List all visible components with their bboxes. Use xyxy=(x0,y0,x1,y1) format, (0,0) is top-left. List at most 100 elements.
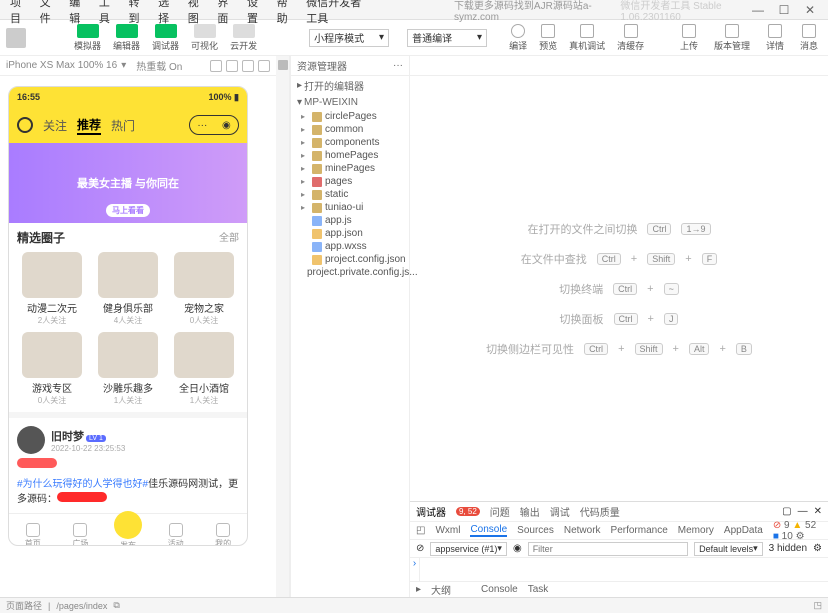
file-item[interactable]: app.js xyxy=(301,214,409,227)
menu-ui[interactable]: 界面 xyxy=(211,0,241,26)
folder-item[interactable]: ▸homePages xyxy=(301,149,409,162)
post-topic-link[interactable]: #为什么玩得好的人学得也好# xyxy=(17,479,148,490)
remote-debug-button[interactable]: 真机调试 xyxy=(565,24,609,52)
menu-edit[interactable]: 编辑 xyxy=(63,0,93,26)
tabbar-activity[interactable]: 活动 xyxy=(152,514,200,546)
circle-card[interactable]: 宠物之家0人关注 xyxy=(169,252,239,326)
folder-item[interactable]: ▸components xyxy=(301,136,409,149)
menu-view[interactable]: 视图 xyxy=(182,0,212,26)
tab-hot[interactable]: 热门 xyxy=(111,117,135,134)
tab-performance[interactable]: Performance xyxy=(611,525,668,536)
simulator-toggle[interactable]: 模拟器 xyxy=(70,24,105,52)
detail-button[interactable]: 详情 xyxy=(762,24,788,52)
tabbar-square[interactable]: 广场 xyxy=(57,514,105,546)
editor-toggle[interactable]: 编辑器 xyxy=(109,24,144,52)
menu-tools[interactable]: 工具 xyxy=(93,0,123,26)
inspect-icon[interactable]: ◰ xyxy=(416,525,425,536)
mp-capsule[interactable]: ···◉ xyxy=(189,115,239,135)
section-more[interactable]: 全部 xyxy=(219,229,239,246)
menu-select[interactable]: 选择 xyxy=(152,0,182,26)
version-button[interactable]: 版本管理 xyxy=(710,24,754,52)
tab-appdata[interactable]: AppData xyxy=(724,525,763,536)
screenshot-icon[interactable] xyxy=(258,60,270,72)
tab-sources[interactable]: Sources xyxy=(517,525,554,536)
preview-button[interactable]: 预览 xyxy=(535,24,561,52)
clear-cache-button[interactable]: 清缓存 xyxy=(613,24,648,52)
foot-task[interactable]: Task xyxy=(528,584,549,595)
tab-recommend[interactable]: 推荐 xyxy=(77,116,101,135)
open-editors-section[interactable]: ▸打开的编辑器 xyxy=(291,76,409,95)
tab-memory[interactable]: Memory xyxy=(678,525,714,536)
post-avatar[interactable] xyxy=(17,426,45,454)
folder-item[interactable]: ▸circlePages xyxy=(301,110,409,123)
folder-item[interactable]: ▸static xyxy=(301,188,409,201)
circle-card[interactable]: 健身俱乐部4人关注 xyxy=(93,252,163,326)
visual-toggle[interactable]: 可视化 xyxy=(187,24,222,52)
folder-item[interactable]: ▸tuniao-ui xyxy=(301,201,409,214)
close-icon[interactable]: ✕ xyxy=(804,4,816,16)
panel-minimize-icon[interactable]: — xyxy=(798,506,808,517)
circle-card[interactable]: 游戏专区0人关注 xyxy=(17,332,87,406)
folder-item[interactable]: ▸minePages xyxy=(301,162,409,175)
file-item[interactable]: project.private.config.js... xyxy=(301,266,409,279)
home-icon[interactable] xyxy=(226,60,238,72)
tabbar-home[interactable]: 首页 xyxy=(9,514,57,546)
folder-item[interactable]: ▸pages xyxy=(301,175,409,188)
tab-console[interactable]: Console xyxy=(470,524,507,537)
menu-help[interactable]: 帮助 xyxy=(271,0,301,26)
tab-quality[interactable]: 代码质量 xyxy=(580,504,620,519)
banner-button[interactable]: 马上看看 xyxy=(106,204,150,217)
post-item[interactable]: 旧时梦LV 1 2022-10-22 23:25:53 #为什么玩得好的人学得也… xyxy=(9,412,247,513)
panel-close-icon[interactable]: ✕ xyxy=(814,506,822,517)
folder-item[interactable]: ▸common xyxy=(301,123,409,136)
circle-card[interactable]: 动漫二次元2人关注 xyxy=(17,252,87,326)
project-root[interactable]: ▾MP-WEIXIN xyxy=(291,95,409,110)
search-icon[interactable] xyxy=(17,117,33,133)
rotate-icon[interactable] xyxy=(210,60,222,72)
filter-input[interactable] xyxy=(528,542,688,556)
status-path[interactable]: /pages/index xyxy=(56,601,107,611)
minimize-icon[interactable]: — xyxy=(752,4,764,16)
tab-debugger[interactable]: 调试器 xyxy=(416,504,446,519)
menu-project[interactable]: 项目 xyxy=(4,0,34,26)
file-item[interactable]: app.wxss xyxy=(301,240,409,253)
mute-icon[interactable] xyxy=(242,60,254,72)
message-button[interactable]: 消息 xyxy=(796,24,822,52)
maximize-icon[interactable]: ☐ xyxy=(778,4,790,16)
menu-file[interactable]: 文件 xyxy=(34,0,64,26)
filter-gear-icon[interactable]: ⚙ xyxy=(813,543,822,554)
upload-button[interactable]: 上传 xyxy=(676,24,702,52)
compile-select[interactable]: 普通编译▾ xyxy=(407,29,487,47)
file-item[interactable]: project.config.json xyxy=(301,253,409,266)
menu-devtool[interactable]: 微信开发者工具 xyxy=(300,0,374,26)
tabbar-publish[interactable]: 发布 xyxy=(104,514,152,546)
tab-problems[interactable]: 问题 xyxy=(490,504,510,519)
compile-button[interactable]: 编译 xyxy=(505,24,531,52)
tabbar-mine[interactable]: 我的 xyxy=(199,514,247,546)
device-select[interactable]: iPhone XS Max 100% 16 xyxy=(6,60,117,71)
tab-network[interactable]: Network xyxy=(564,525,601,536)
explorer-icon[interactable] xyxy=(278,60,288,70)
status-right-icon[interactable]: ◳ xyxy=(813,600,822,611)
menu-goto[interactable]: 转到 xyxy=(123,0,153,26)
eye-icon[interactable]: ◉ xyxy=(513,543,522,554)
circle-card[interactable]: 沙雕乐趣多1人关注 xyxy=(93,332,163,406)
outline-label[interactable]: 大纲 xyxy=(431,582,451,597)
clear-console-icon[interactable]: ⊘ xyxy=(416,543,424,554)
circle-card[interactable]: 全日小酒馆1人关注 xyxy=(169,332,239,406)
file-item[interactable]: app.json xyxy=(301,227,409,240)
mode-select[interactable]: 小程序模式▾ xyxy=(309,29,389,47)
menu-settings[interactable]: 设置 xyxy=(241,0,271,26)
banner[interactable]: 最美女主播 与你同在 马上看看 xyxy=(9,143,247,223)
panel-dock-icon[interactable]: ▢ xyxy=(782,506,791,517)
context-select[interactable]: appservice (#1) ▾ xyxy=(430,542,507,556)
copy-icon[interactable]: ⧉ xyxy=(113,600,119,611)
user-avatar[interactable] xyxy=(6,28,26,48)
tab-debug[interactable]: 调试 xyxy=(550,504,570,519)
tab-follow[interactable]: 关注 xyxy=(43,117,67,134)
debugger-toggle[interactable]: 调试器 xyxy=(148,24,183,52)
explorer-menu-icon[interactable]: ··· xyxy=(393,60,403,71)
levels-select[interactable]: Default levels ▾ xyxy=(694,542,763,556)
cloud-toggle[interactable]: 云开发 xyxy=(226,24,261,52)
foot-console[interactable]: Console xyxy=(481,584,518,595)
